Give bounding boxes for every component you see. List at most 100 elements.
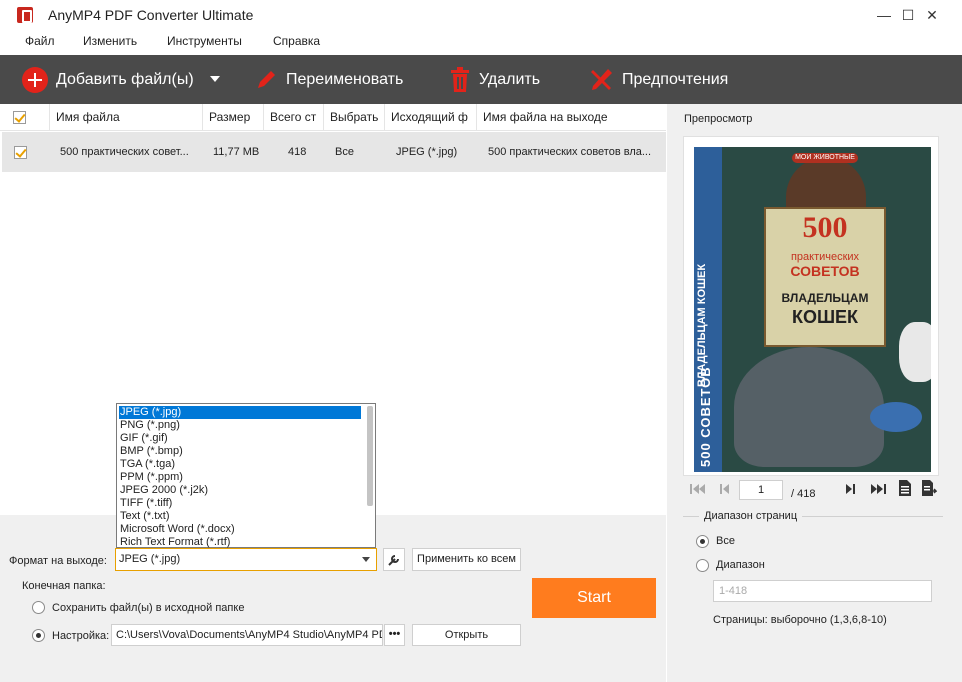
title-bar: AnyMP4 PDF Converter Ultimate — ☐ ✕ <box>0 0 962 30</box>
format-option[interactable]: JPEG 2000 (*.j2k) <box>119 484 361 497</box>
format-option[interactable]: BMP (*.bmp) <box>119 445 361 458</box>
next-page-icon[interactable] <box>845 483 855 495</box>
main-toolbar: Добавить файл(ы) Переименовать Удалить П… <box>0 55 962 104</box>
all-pages-label[interactable]: Все <box>716 535 735 547</box>
current-page-input[interactable]: 1 <box>739 480 783 500</box>
row-output-name: 500 практических советов вла... <box>488 146 652 158</box>
browse-button[interactable]: ••• <box>384 624 405 646</box>
apply-to-all-button[interactable]: Применить ко всем <box>412 548 521 571</box>
format-option[interactable]: TIFF (*.tiff) <box>119 497 361 510</box>
format-option[interactable]: Microsoft Word (*.docx) <box>119 523 361 536</box>
table-row[interactable]: 500 практических совет... 11,77 MB 418 В… <box>2 132 666 172</box>
preferences-button[interactable]: Предпочтения <box>588 55 728 104</box>
page-range-label[interactable]: Диапазон <box>716 559 765 571</box>
menu-help[interactable]: Справка <box>269 32 324 50</box>
cover-series-badge: МОИ ЖИВОТНЫЕ <box>792 153 858 163</box>
row-size: 11,77 MB <box>213 146 260 158</box>
pencil-icon <box>258 70 275 88</box>
dropdown-scrollbar[interactable] <box>367 406 373 506</box>
preferences-label: Предпочтения <box>622 70 729 88</box>
maximize-button[interactable]: ☐ <box>898 5 918 25</box>
page-range-hint: Страницы: выборочно (1,3,6,8-10) <box>713 614 887 626</box>
delete-button[interactable]: Удалить <box>449 55 540 104</box>
format-option[interactable]: GIF (*.gif) <box>119 432 361 445</box>
open-folder-button[interactable]: Открыть <box>412 624 521 646</box>
cover-line-1: практических <box>790 251 860 263</box>
row-checkbox[interactable] <box>14 146 27 159</box>
add-icon <box>22 66 48 93</box>
first-page-icon[interactable] <box>690 483 706 495</box>
format-option[interactable]: Text (*.txt) <box>119 510 361 523</box>
wrench-icon <box>388 555 399 566</box>
format-option[interactable]: Rich Text Format (*.rtf) <box>119 536 361 549</box>
select-all-column <box>0 104 50 131</box>
menu-file[interactable]: Файл <box>21 32 59 50</box>
output-format-value: JPEG (*.jpg) <box>119 553 181 565</box>
menu-bar: Файл Изменить Инструменты Справка <box>0 30 962 54</box>
kitten-figure <box>899 322 931 382</box>
save-original-label[interactable]: Сохранить файл(ы) в исходной папке <box>52 602 244 614</box>
add-files-label: Добавить файл(ы) <box>56 70 194 88</box>
page-range-radio[interactable] <box>696 559 709 572</box>
format-option[interactable]: TGA (*.tga) <box>119 458 361 471</box>
last-page-icon[interactable] <box>870 483 886 495</box>
table-header: Имя файла Размер Всего ст Выбрать Исходя… <box>0 104 666 131</box>
format-dropdown-list: JPEG (*.jpg) PNG (*.png) GIF (*.gif) BMP… <box>116 403 376 548</box>
prev-page-icon[interactable] <box>720 483 730 495</box>
page-range-input[interactable]: 1-418 <box>713 580 932 602</box>
custom-folder-label[interactable]: Настройка: <box>52 630 109 642</box>
output-format-label: Формат на выходе: <box>9 555 107 567</box>
col-filename[interactable]: Имя файла <box>50 104 203 131</box>
col-output-name[interactable]: Имя файла на выходе <box>477 104 666 131</box>
row-format[interactable]: JPEG (*.jpg) <box>396 132 476 172</box>
minimize-button[interactable]: — <box>874 5 894 25</box>
menu-tools[interactable]: Инструменты <box>163 32 246 50</box>
col-output-format[interactable]: Исходящий ф <box>385 104 477 131</box>
all-pages-radio[interactable] <box>696 535 709 548</box>
page-total: / 418 <box>791 488 816 500</box>
format-option[interactable]: PNG (*.png) <box>119 419 361 432</box>
menu-edit[interactable]: Изменить <box>79 32 141 50</box>
preview-frame: 500 СОВЕТОВ ВЛАДЕЛЬЦАМ КОШЕК МОИ ЖИВОТНЫ… <box>683 136 939 476</box>
cover-line-4: КОШЕК <box>791 307 859 327</box>
select-all-checkbox[interactable] <box>13 111 26 124</box>
add-files-button[interactable]: Добавить файл(ы) <box>22 55 194 104</box>
close-button[interactable]: ✕ <box>922 5 942 25</box>
col-size[interactable]: Размер <box>203 104 264 131</box>
output-format-select[interactable]: JPEG (*.jpg) <box>115 548 377 571</box>
row-filename: 500 практических совет... <box>60 146 189 158</box>
app-logo-icon <box>17 7 33 23</box>
save-original-radio[interactable] <box>32 601 45 614</box>
format-settings-button[interactable] <box>383 548 405 571</box>
start-button[interactable]: Start <box>532 578 656 618</box>
book-cover-image: 500 СОВЕТОВ ВЛАДЕЛЬЦАМ КОШЕК МОИ ЖИВОТНЫ… <box>694 147 931 472</box>
col-select[interactable]: Выбрать <box>324 104 385 131</box>
page-range-title: Диапазон страниц <box>699 510 803 522</box>
cover-line-2: СОВЕТОВ <box>790 263 860 279</box>
rename-label: Переименовать <box>286 70 404 88</box>
preview-title: Препросмотр <box>684 113 753 125</box>
rename-button[interactable]: Переименовать <box>254 55 403 104</box>
cat-figure <box>734 347 884 467</box>
chevron-down-icon <box>362 557 370 562</box>
single-page-view-icon[interactable] <box>898 479 912 497</box>
trash-icon <box>451 66 469 92</box>
cover-line-3: ВЛАДЕЛЬЦАМ <box>781 291 869 305</box>
tools-icon <box>591 68 612 90</box>
window-title: AnyMP4 PDF Converter Ultimate <box>48 7 254 23</box>
custom-folder-radio[interactable] <box>32 629 45 642</box>
output-path-input[interactable]: C:\Users\Vova\Documents\AnyMP4 Studio\An… <box>111 624 383 646</box>
col-pages[interactable]: Всего ст <box>264 104 324 131</box>
cover-spine: 500 СОВЕТОВ ВЛАДЕЛЬЦАМ КОШЕК <box>694 147 722 472</box>
add-dropdown-arrow-icon[interactable] <box>210 76 220 82</box>
delete-label: Удалить <box>479 70 541 88</box>
cover-pets-illustration <box>786 157 866 207</box>
row-pages: 418 <box>288 146 307 158</box>
format-option[interactable]: JPEG (*.jpg) <box>119 406 361 419</box>
format-option[interactable]: PPM (*.ppm) <box>119 471 361 484</box>
cover-number: 500 <box>802 211 848 244</box>
preview-panel: Препросмотр 500 СОВЕТОВ ВЛАДЕЛЬЦАМ КОШЕК… <box>667 104 962 682</box>
spine-top-text: ВЛАДЕЛЬЦАМ КОШЕК <box>696 263 708 387</box>
row-select[interactable]: Все <box>335 132 375 172</box>
page-export-icon[interactable] <box>921 479 937 497</box>
